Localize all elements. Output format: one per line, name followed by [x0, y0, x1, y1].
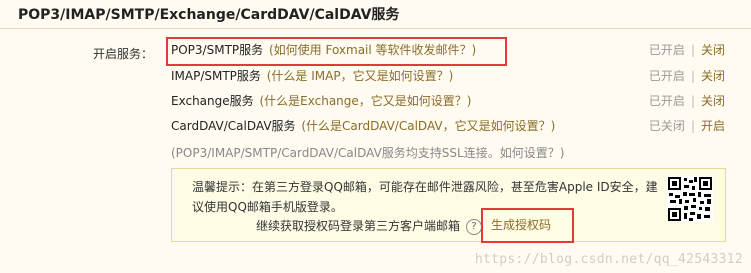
service-help-link[interactable]: (什么是 IMAP，它又是如何设置？)	[267, 69, 454, 83]
service-name: IMAP/SMTP服务	[171, 69, 261, 83]
qr-code-icon	[667, 176, 713, 222]
hint-continue-text: 继续获取授权码登录第三方客户端邮箱	[256, 219, 461, 233]
service-help-link[interactable]: (什么是CardDAV/CalDAV，它又是如何设置？)	[301, 119, 555, 133]
security-hint-box: 温馨提示：在第三方登录QQ邮箱，可能存在邮件泄露风险，甚至危害Apple ID安…	[171, 168, 726, 242]
divider: |	[690, 119, 695, 133]
divider: |	[690, 94, 695, 108]
service-name: CardDAV/CalDAV服务	[171, 119, 296, 133]
service-status-imap: 已开启 | 关闭	[649, 67, 725, 85]
hint-text: 温馨提示：在第三方登录QQ邮箱，可能存在邮件泄露风险，甚至危害Apple ID安…	[192, 180, 658, 214]
pop3-highlight-frame	[166, 37, 507, 66]
service-state: 已开启	[648, 69, 685, 83]
divider: |	[690, 69, 695, 83]
service-state: 已开启	[648, 43, 685, 57]
service-state: 已开启	[648, 94, 685, 108]
section-header: POP3/IMAP/SMTP/Exchange/CardDAV/CalDAV服务	[0, 0, 751, 29]
service-status-caldav: 已关闭 | 开启	[649, 117, 725, 135]
service-row-imap: IMAP/SMTP服务 (什么是 IMAP，它又是如何设置？)	[171, 67, 453, 85]
service-toggle-button[interactable]: 关闭	[701, 94, 725, 108]
hint-continue-line: 继续获取授权码登录第三方客户端邮箱?	[256, 217, 483, 235]
service-state: 已关闭	[648, 119, 685, 133]
service-status-exchange: 已开启 | 关闭	[649, 92, 725, 110]
service-toggle-button[interactable]: 关闭	[701, 43, 725, 57]
service-row-exchange: Exchange服务 (什么是Exchange，它又是如何设置？)	[171, 92, 471, 110]
service-name: Exchange服务	[171, 94, 254, 108]
watermark: https://blog.csdn.net/qq_42543312	[474, 252, 743, 267]
service-toggle-button[interactable]: 关闭	[701, 69, 725, 83]
ssl-note-link[interactable]: (POP3/IMAP/SMTP/CardDAV/CalDAV服务均支持SSL连接…	[171, 144, 564, 161]
service-toggle-button[interactable]: 开启	[701, 119, 725, 133]
service-status-pop3: 已开启 | 关闭	[649, 41, 725, 59]
section-title: POP3/IMAP/SMTP/Exchange/CardDAV/CalDAV服务	[18, 7, 400, 23]
service-row-caldav: CardDAV/CalDAV服务 (什么是CardDAV/CalDAV，它又是如…	[171, 117, 555, 135]
services-label: 开启服务：	[93, 47, 154, 61]
divider: |	[690, 43, 695, 57]
generate-code-highlight-frame	[481, 208, 574, 243]
help-icon[interactable]: ?	[466, 218, 483, 235]
service-help-link[interactable]: (什么是Exchange，它又是如何设置？)	[259, 94, 471, 108]
